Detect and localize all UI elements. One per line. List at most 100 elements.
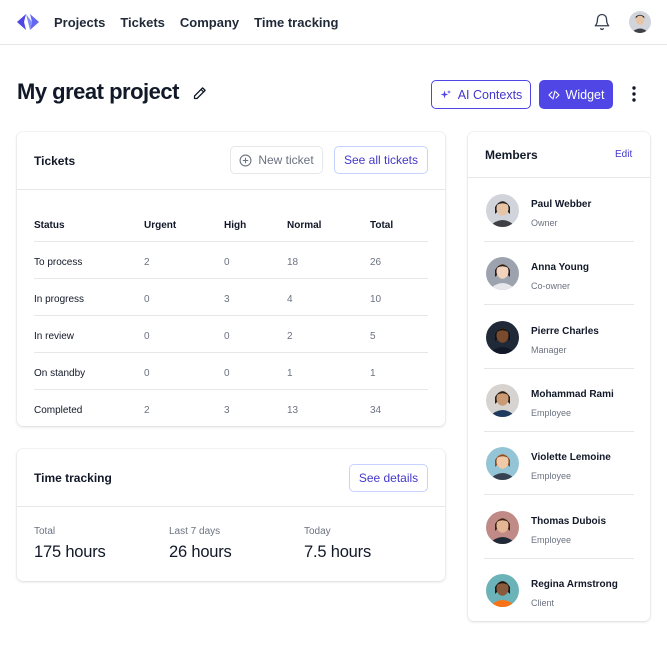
member-name: Paul Webber	[531, 199, 592, 210]
see-details-button[interactable]: See details	[349, 464, 428, 492]
row-urgent: 0	[144, 294, 150, 305]
row-normal: 2	[287, 331, 293, 342]
row-status: In progress	[34, 294, 85, 305]
nav-link-projects[interactable]: Projects	[54, 15, 105, 30]
member-role: Owner	[531, 218, 558, 228]
member-list: Paul Webber Owner Anna Young Co-owner Pierre…	[468, 178, 650, 621]
members-card: Members Edit Paul Webber Owner Anna Young C…	[468, 132, 650, 621]
row-normal: 1	[287, 368, 293, 379]
row-status: To process	[34, 257, 83, 268]
row-high: 3	[224, 405, 230, 416]
row-total: 26	[370, 257, 382, 268]
stat-last7-value: 26 hours	[169, 543, 232, 561]
row-urgent: 0	[144, 331, 150, 342]
member-list-item[interactable]: Mohammad Rami Employee	[484, 368, 634, 432]
table-row[interactable]: In progress 0 3 4 10	[34, 279, 428, 316]
tickets-card-title: Tickets	[34, 154, 76, 168]
new-ticket-button[interactable]: New ticket	[230, 146, 323, 174]
time-tracking-card: Time tracking See details Total 175 hour…	[17, 449, 445, 581]
user-avatar[interactable]	[629, 11, 651, 33]
member-avatar	[486, 510, 519, 544]
row-urgent: 2	[144, 257, 150, 268]
member-list-item[interactable]: Violette Lemoine Employee	[484, 431, 634, 496]
row-normal: 4	[287, 294, 293, 305]
member-name: Regina Armstrong	[531, 578, 618, 590]
see-all-tickets-button[interactable]: See all tickets	[334, 146, 428, 174]
member-avatar	[486, 194, 519, 227]
stat-total-value: 175 hours	[34, 543, 106, 561]
tickets-table-header: Status Urgent High Normal Total	[34, 205, 428, 242]
row-high: 0	[224, 257, 230, 268]
member-name: Mohammad Rami	[531, 388, 614, 400]
member-avatar	[486, 573, 519, 607]
col-header-normal: Normal	[287, 220, 322, 231]
row-high: 0	[224, 368, 230, 379]
row-normal: 13	[287, 405, 299, 416]
member-avatar	[486, 257, 519, 291]
tickets-card-header: Tickets New ticket See all tickets	[17, 132, 445, 190]
top-navbar: Projects Tickets Company Time tracking	[0, 0, 667, 45]
row-status: Completed	[34, 405, 83, 416]
member-role: Employee	[531, 534, 572, 545]
row-status: In review	[34, 331, 75, 342]
col-header-urgent: Urgent	[144, 220, 177, 231]
brand-logo-icon[interactable]	[16, 12, 40, 32]
member-list-item[interactable]: Paul Webber Owner	[484, 178, 634, 242]
member-list-item[interactable]: Pierre Charles Manager	[484, 305, 634, 369]
row-urgent: 0	[144, 368, 150, 379]
plus-circle-icon	[239, 154, 252, 166]
code-icon	[547, 89, 560, 100]
bell-icon[interactable]	[593, 13, 611, 31]
nav-link-time-tracking[interactable]: Time tracking	[254, 15, 338, 30]
time-tracking-card-title: Time tracking	[34, 471, 112, 485]
member-avatar	[486, 320, 519, 354]
nav-link-tickets[interactable]: Tickets	[120, 15, 165, 30]
row-total: 34	[370, 405, 382, 416]
row-high: 0	[224, 331, 230, 342]
col-header-status: Status	[34, 220, 65, 231]
row-high: 3	[224, 294, 230, 305]
row-urgent: 2	[144, 405, 150, 416]
table-row[interactable]: On standby 0 0 1 1	[34, 353, 428, 390]
see-details-label: See details	[358, 471, 419, 485]
member-role: Client	[531, 597, 555, 608]
members-card-header: Members Edit	[468, 132, 650, 178]
widget-label: Widget	[565, 87, 605, 102]
stat-total-label: Total	[34, 526, 56, 537]
table-row[interactable]: In review 0 0 2 5	[34, 316, 428, 353]
member-name: Thomas Dubois	[531, 515, 607, 527]
members-edit-link[interactable]: Edit	[615, 149, 632, 160]
col-header-total: Total	[370, 220, 394, 231]
member-name: Pierre Charles	[531, 325, 599, 337]
member-name: Violette Lemoine	[531, 452, 611, 464]
widget-button[interactable]: Widget	[539, 80, 613, 109]
member-role: Co-owner	[531, 281, 571, 292]
more-options-icon[interactable]	[626, 84, 642, 104]
member-avatar	[486, 447, 519, 481]
nav-link-company[interactable]: Company	[180, 15, 239, 30]
member-role: Manager	[531, 344, 567, 355]
member-list-item[interactable]: Anna Young Co-owner	[484, 241, 634, 306]
table-row[interactable]: Completed 2 3 13 34	[34, 390, 428, 427]
member-list-item[interactable]: Thomas Dubois Employee	[484, 495, 634, 559]
row-total: 1	[370, 368, 376, 379]
new-ticket-label: New ticket	[258, 153, 314, 167]
time-tracking-card-header: Time tracking See details	[17, 449, 445, 507]
member-avatar	[486, 383, 519, 417]
page-title: My great project	[17, 79, 179, 104]
member-name: Anna Young	[531, 262, 589, 274]
members-card-title: Members	[485, 148, 538, 162]
ai-contexts-button[interactable]: AI Contexts	[431, 80, 531, 109]
pencil-icon[interactable]	[192, 86, 207, 101]
see-all-tickets-label: See all tickets	[343, 153, 419, 167]
row-normal: 18	[287, 257, 299, 268]
member-role: Employee	[531, 471, 572, 482]
member-role: Employee	[531, 407, 572, 418]
table-row[interactable]: To process 2 0 18 26	[34, 242, 428, 279]
ai-contexts-label: AI Contexts	[457, 87, 523, 102]
stat-today-value: 7.5 hours	[304, 543, 371, 561]
member-list-item[interactable]: Regina Armstrong Client	[484, 558, 634, 622]
row-total: 10	[370, 294, 382, 305]
row-status: On standby	[34, 368, 86, 379]
sparkles-icon	[440, 89, 451, 98]
